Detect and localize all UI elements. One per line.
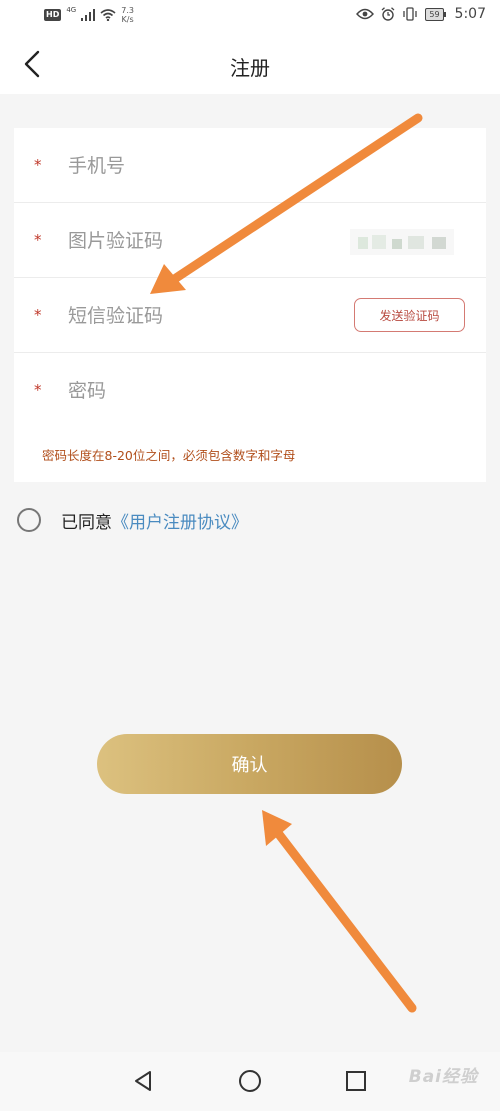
alarm-icon — [381, 7, 395, 21]
phone-input[interactable] — [68, 146, 348, 186]
required-mark: * — [34, 156, 42, 174]
vibrate-icon — [403, 7, 418, 21]
page-title: 注册 — [230, 56, 270, 80]
speed-unit: K/s — [121, 15, 134, 24]
status-right: 59 5:07 — [356, 6, 486, 22]
eye-icon — [356, 8, 375, 20]
nav-bar: 注册 — [0, 34, 500, 94]
wifi-icon — [100, 9, 116, 21]
sms-code-input[interactable] — [68, 296, 338, 336]
battery-indicator: 59 — [425, 7, 446, 21]
send-sms-code-button[interactable]: 发送验证码 — [354, 298, 465, 332]
confirm-button[interactable]: 确认 — [97, 734, 402, 794]
required-mark: * — [34, 306, 42, 324]
phone-row: * — [14, 128, 486, 203]
password-hint: 密码长度在8-20位之间，必须包含数字和字母 — [42, 448, 296, 463]
system-nav-bar: Bai经验 — [0, 1052, 500, 1111]
required-mark: * — [34, 381, 42, 399]
watermark: Bai经验 — [408, 1067, 478, 1087]
status-left: HD 4G 7.3 K/s — [44, 6, 134, 24]
captcha-input[interactable] — [68, 221, 328, 261]
system-recents-button[interactable] — [341, 1066, 371, 1096]
registration-form: * * * 发送验证码 * 密码长度在8-20位之间，必须包含数字和字母 — [14, 128, 486, 482]
speed-value: 7.3 — [121, 6, 134, 15]
password-input[interactable] — [68, 371, 348, 411]
system-back-button[interactable] — [128, 1066, 158, 1096]
hd-badge: HD — [44, 9, 62, 21]
arrow-to-confirm-button — [262, 810, 417, 1013]
agreement-text: 已同意 — [61, 512, 112, 533]
captcha-image[interactable] — [350, 227, 454, 257]
password-row: * — [14, 353, 486, 428]
status-bar: HD 4G 7.3 K/s 59 5:07 — [0, 0, 500, 34]
system-home-button[interactable] — [235, 1066, 265, 1096]
network-type: 4G — [66, 6, 77, 14]
square-recents-icon — [346, 1071, 366, 1091]
triangle-back-icon — [135, 1071, 151, 1091]
status-time: 5:07 — [454, 6, 486, 22]
agreement-link[interactable]: 《用户注册协议》 — [112, 508, 248, 533]
required-mark: * — [34, 231, 42, 249]
signal-icon — [81, 9, 96, 21]
network-speed: 7.3 K/s — [121, 6, 134, 24]
captcha-row: * — [14, 203, 486, 278]
agree-radio[interactable] — [17, 508, 41, 532]
sms-row: * 发送验证码 — [14, 278, 486, 353]
agreement-row: 已同意 《用户注册协议》 — [17, 506, 248, 534]
circle-home-icon — [239, 1070, 261, 1092]
